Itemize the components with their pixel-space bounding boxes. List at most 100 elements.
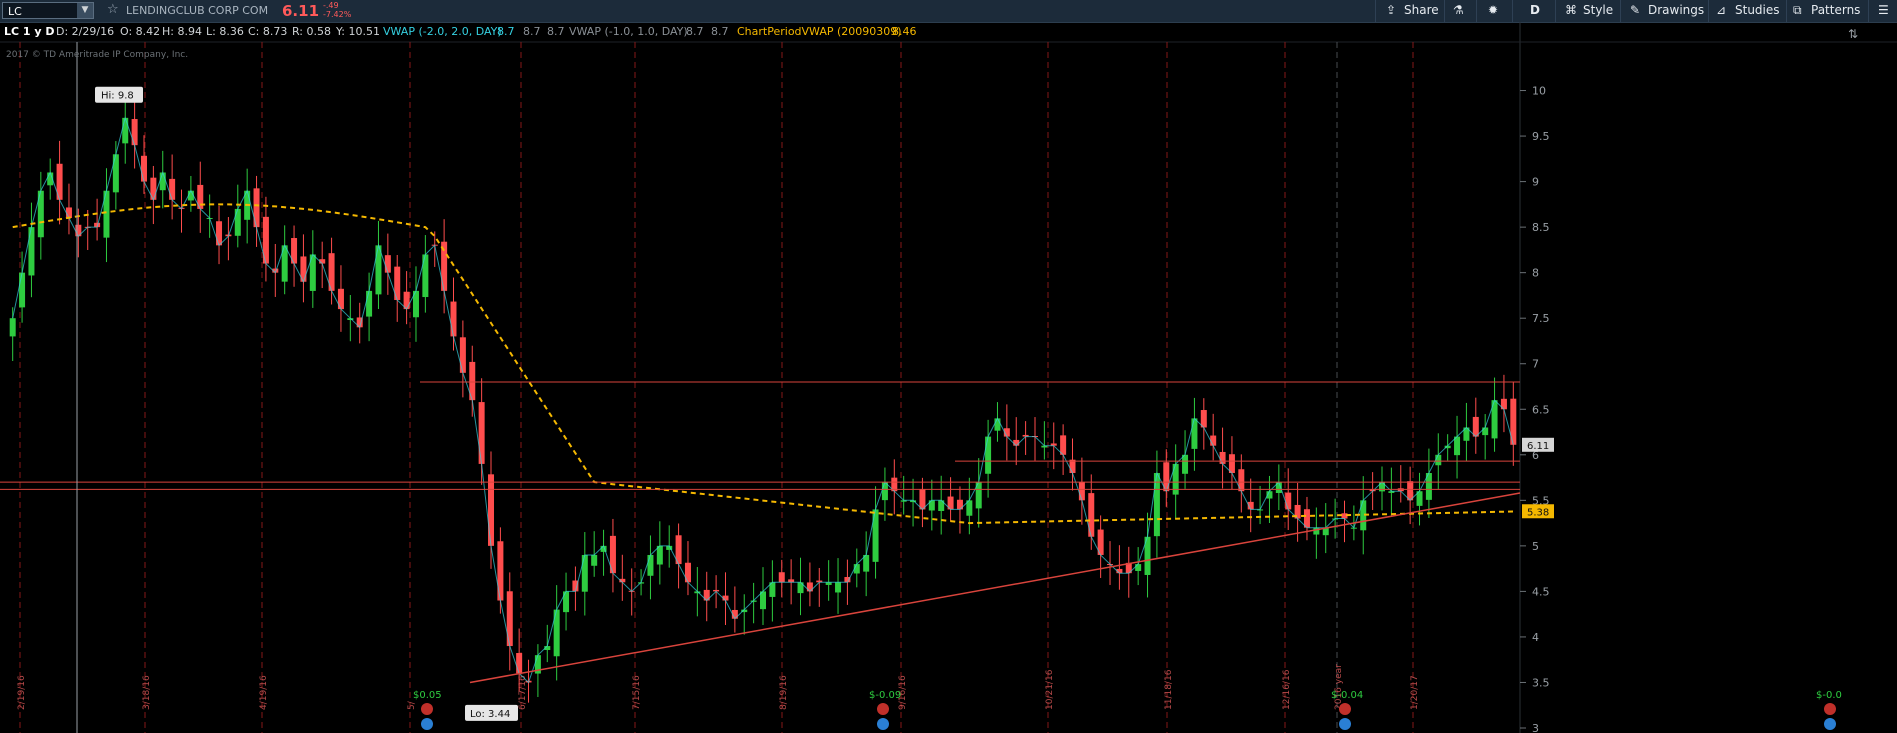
date-label: 12/16/16 (1282, 669, 1292, 710)
candle-body (1013, 439, 1020, 446)
y-tick-label: 9 (1532, 176, 1539, 189)
vwap-price-label: 5.38 (1527, 507, 1549, 518)
candle-body (1228, 454, 1235, 474)
date-label: 8/19/16 (779, 675, 789, 710)
candle-body (140, 155, 147, 182)
candle-body (112, 154, 119, 193)
candle-body (994, 418, 1001, 431)
earnings-marker (421, 703, 433, 715)
dividend-marker (421, 718, 433, 730)
candle-body (497, 541, 504, 601)
date-label: 7/15/16 (632, 675, 642, 710)
dividend-marker (1339, 718, 1351, 730)
candle-body (488, 474, 495, 546)
lo-label: Lo: 3.44 (470, 709, 510, 720)
candle-body (919, 489, 926, 510)
copyright-text: 2017 © TD Ameritrade IP Company, Inc. (6, 50, 189, 60)
candle-body (122, 117, 129, 144)
y-tick-label: 7.5 (1532, 312, 1550, 325)
dividend-marker (1824, 718, 1836, 730)
candle-body (131, 119, 138, 146)
candle-body (647, 554, 654, 576)
candle-body (1303, 509, 1310, 528)
earnings-value-label: $-0.0 (1816, 690, 1842, 701)
date-label: 2/19/16 (17, 675, 27, 710)
candle-body (1191, 418, 1198, 449)
earnings-marker (1339, 703, 1351, 715)
candle-body (478, 402, 485, 464)
candle-body (384, 255, 391, 273)
info-date: D: 2/29/16 (56, 25, 115, 38)
earnings-value-label: $-0.09 (869, 690, 901, 701)
y-tick-label: 5 (1532, 540, 1539, 553)
info-low: L: 8.36 (206, 25, 244, 38)
candle-body (1069, 459, 1076, 474)
info-open: O: 8.42 (120, 25, 161, 38)
candle-body (1454, 436, 1461, 456)
candle-body (1407, 481, 1414, 501)
vwap2-value: 8.7 (686, 25, 704, 38)
y-tick-label: 7 (1532, 358, 1539, 371)
candle-body (459, 337, 466, 373)
vwap1-label[interactable]: VWAP (-2.0, 2.0, DAY) (383, 23, 502, 41)
y-tick-label: 8 (1532, 267, 1539, 280)
candle-body (450, 301, 457, 337)
dividend-marker (877, 718, 889, 730)
date-label: 4/19/16 (259, 675, 269, 710)
last-price-label: 6.11 (1527, 441, 1549, 452)
candle-body (19, 272, 26, 308)
candle-body (1435, 454, 1442, 466)
date-label: 11/18/16 (1164, 669, 1174, 710)
candle-body (366, 290, 373, 317)
candle-body (1285, 492, 1292, 510)
candle-body (1060, 435, 1067, 455)
earnings-value-label: $0.05 (413, 690, 442, 701)
date-label: 3/18/16 (142, 675, 152, 710)
chart-period-vwap-label[interactable]: ChartPeriodVWAP (20090309) (737, 23, 902, 41)
info-y: Y: 10.51 (336, 25, 380, 38)
candle-body (591, 554, 598, 566)
date-label: 2016 year (1334, 664, 1344, 710)
y-tick-label: 4 (1532, 631, 1539, 644)
y-tick-label: 4.5 (1532, 585, 1550, 598)
candle-body (1472, 416, 1479, 437)
date-label: 1/20/17 (1410, 675, 1420, 710)
y-tick-label: 3 (1532, 722, 1539, 733)
chart-period-vwap-value: 8.46 (892, 25, 917, 38)
study-info-bar: LC 1 y D D: 2/29/16 O: 8.42 H: 8.94 L: 8… (0, 23, 1897, 41)
candle-body (1172, 463, 1179, 495)
candle-body (169, 178, 176, 200)
earnings-marker (877, 703, 889, 715)
candle-body (337, 288, 344, 310)
candle-body (516, 653, 523, 674)
candle-body (985, 436, 992, 474)
candle-body (9, 318, 16, 337)
y-tick-label: 10 (1532, 85, 1546, 98)
y-tick-label: 9.5 (1532, 130, 1550, 143)
y-tick-label: 3.5 (1532, 676, 1550, 689)
earnings-marker (1824, 703, 1836, 715)
candle-body (684, 562, 691, 583)
candle-body (253, 188, 260, 228)
candle-body (65, 207, 72, 219)
candle-body (656, 545, 663, 565)
candle-body (1078, 482, 1085, 501)
candle-body (1135, 564, 1142, 571)
vwap1-value: 8.7 (497, 25, 515, 38)
vwap1-value: 8.7 (547, 25, 565, 38)
info-high: H: 8.94 (162, 25, 202, 38)
date-label: 5/ (407, 700, 417, 710)
candle-body (1219, 451, 1226, 464)
candle-body (581, 554, 588, 592)
candle-body (159, 172, 166, 191)
price-chart[interactable]: 2/19/16 3/18/16 4/19/16 5/6/17/16 7/15/16 8/1… (0, 0, 1897, 733)
date-label: 10/21/16 (1045, 669, 1055, 710)
info-range: R: 0.58 (292, 25, 331, 38)
candle-body (216, 221, 223, 246)
vwap2-label[interactable]: VWAP (-1.0, 1.0, DAY) (569, 23, 688, 41)
candle-body (1182, 454, 1189, 474)
vwap1-value: 8.7 (523, 25, 541, 38)
candle-body (234, 208, 241, 236)
y-tick-label: 8.5 (1532, 221, 1550, 234)
candle-body (28, 227, 35, 276)
